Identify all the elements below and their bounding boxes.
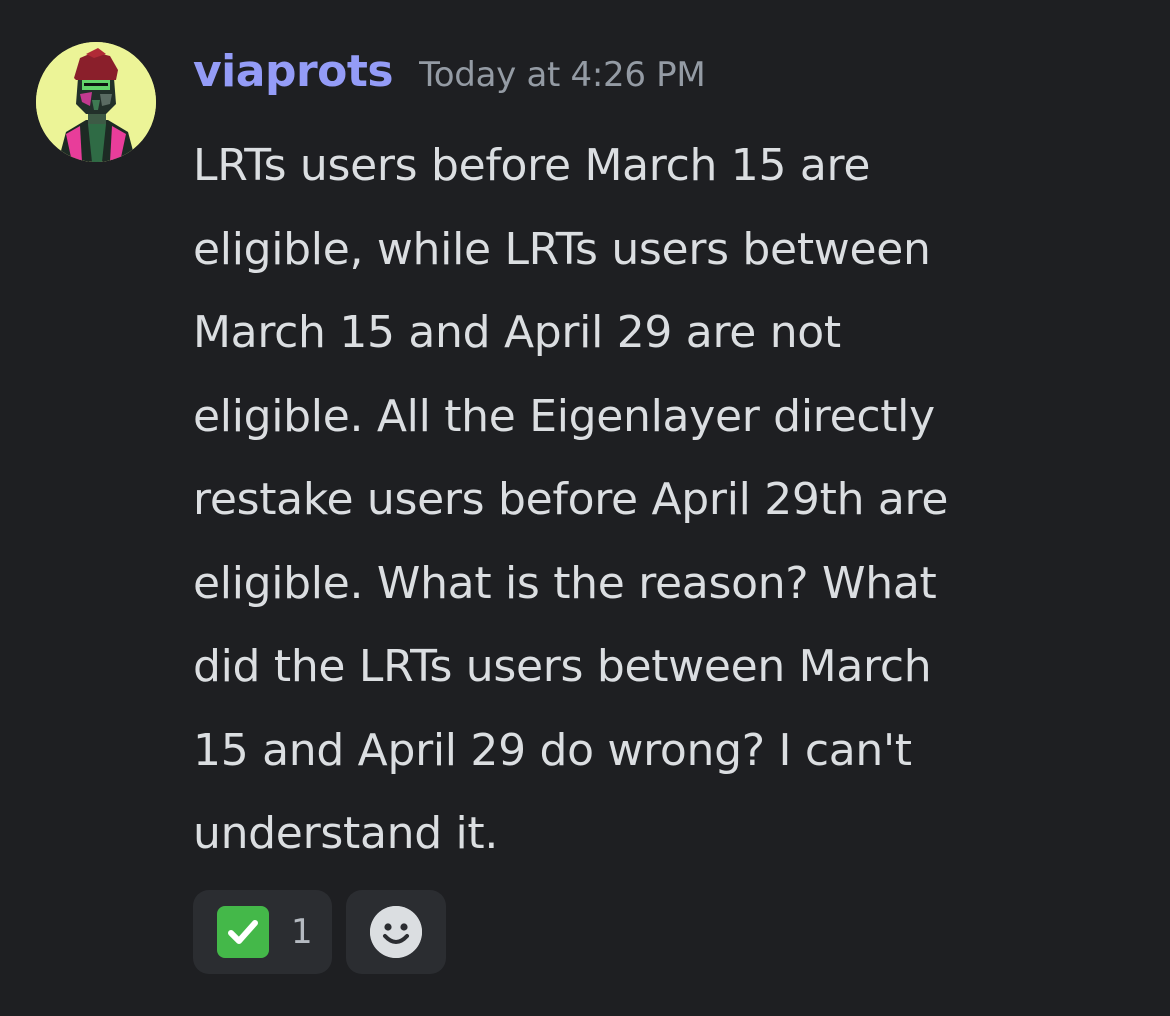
white-check-mark-icon xyxy=(217,906,269,958)
reaction-check-mark[interactable]: 1 xyxy=(193,890,332,974)
user-avatar[interactable] xyxy=(36,42,156,162)
message-author[interactable]: viaprots xyxy=(193,46,394,97)
add-reaction-button[interactable] xyxy=(346,890,446,974)
avatar-art-icon xyxy=(36,42,156,162)
smiley-face-icon xyxy=(370,906,422,958)
reaction-count: 1 xyxy=(291,912,313,952)
message-timestamp: Today at 4:26 PM xyxy=(419,55,706,95)
reactions-bar: 1 xyxy=(193,890,446,974)
message-header: viaprots Today at 4:26 PM xyxy=(193,46,706,97)
message-content: LRTs users before March 15 are eligible,… xyxy=(193,140,949,859)
